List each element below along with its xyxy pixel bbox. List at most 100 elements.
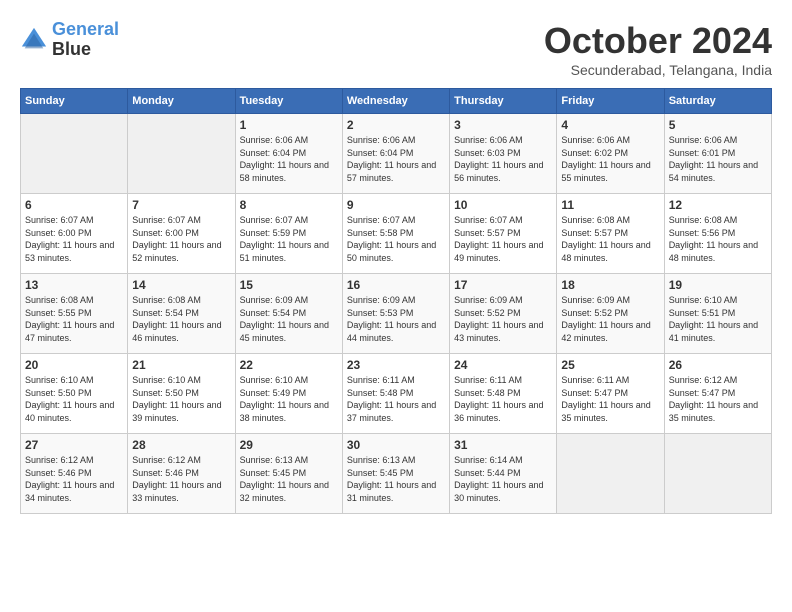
day-info: Sunrise: 6:07 AMSunset: 5:59 PMDaylight:… [240, 214, 338, 264]
logo: General Blue [20, 20, 119, 60]
weekday-header-row: SundayMondayTuesdayWednesdayThursdayFrid… [21, 89, 772, 114]
calendar-cell: 10 Sunrise: 6:07 AMSunset: 5:57 PMDayligh… [450, 194, 557, 274]
calendar-cell: 13Sunrise: 6:08 AMSunset: 5:55 PMDayligh… [21, 274, 128, 354]
calendar-cell: 9 Sunrise: 6:07 AMSunset: 5:58 PMDaylight… [342, 194, 449, 274]
logo-icon [20, 26, 48, 54]
weekday-header-sunday: Sunday [21, 89, 128, 114]
calendar-cell: 27 Sunrise: 6:12 AMSunset: 5:46 PMDayligh… [21, 434, 128, 514]
day-number: 2 [347, 118, 445, 132]
day-info: Sunrise: 6:12 AMSunset: 5:47 PMDaylight:… [669, 374, 767, 424]
day-number: 13 [25, 278, 123, 292]
week-row-2: 6 Sunrise: 6:07 AMSunset: 6:00 PMDaylight… [21, 194, 772, 274]
day-info: Sunrise: 6:07 AMSunset: 6:00 PMDaylight:… [25, 214, 123, 264]
calendar-cell: 5 Sunrise: 6:06 AMSunset: 6:01 PMDaylight… [664, 114, 771, 194]
day-number: 9 [347, 198, 445, 212]
day-number: 28 [132, 438, 230, 452]
day-number: 8 [240, 198, 338, 212]
calendar-cell: 2 Sunrise: 6:06 AMSunset: 6:04 PMDaylight… [342, 114, 449, 194]
calendar-cell: 20 Sunrise: 6:10 AMSunset: 5:50 PMDayligh… [21, 354, 128, 434]
calendar-cell: 6 Sunrise: 6:07 AMSunset: 6:00 PMDaylight… [21, 194, 128, 274]
day-info: Sunrise: 6:11 AMSunset: 5:48 PMDaylight:… [454, 374, 552, 424]
calendar-cell: 16 Sunrise: 6:09 AMSunset: 5:53 PMDayligh… [342, 274, 449, 354]
day-number: 12 [669, 198, 767, 212]
day-info: Sunrise: 6:07 AMSunset: 5:58 PMDaylight:… [347, 214, 445, 264]
calendar-cell: 26 Sunrise: 6:12 AMSunset: 5:47 PMDayligh… [664, 354, 771, 434]
calendar-cell [557, 434, 664, 514]
day-number: 20 [25, 358, 123, 372]
day-info: Sunrise: 6:14 AMSunset: 5:44 PMDaylight:… [454, 454, 552, 504]
calendar-cell: 3Sunrise: 6:06 AMSunset: 6:03 PMDaylight… [450, 114, 557, 194]
day-number: 22 [240, 358, 338, 372]
day-info: Sunrise: 6:06 AMSunset: 6:04 PMDaylight:… [240, 134, 338, 184]
day-number: 29 [240, 438, 338, 452]
calendar-cell: 28 Sunrise: 6:12 AMSunset: 5:46 PMDayligh… [128, 434, 235, 514]
day-number: 14 [132, 278, 230, 292]
day-number: 31 [454, 438, 552, 452]
calendar-cell: 23Sunrise: 6:11 AMSunset: 5:48 PMDayligh… [342, 354, 449, 434]
page-header: General Blue October 2024 Secunderabad, … [20, 20, 772, 78]
weekday-header-monday: Monday [128, 89, 235, 114]
calendar-cell: 15 Sunrise: 6:09 AMSunset: 5:54 PMDayligh… [235, 274, 342, 354]
calendar-cell: 24Sunrise: 6:11 AMSunset: 5:48 PMDayligh… [450, 354, 557, 434]
day-number: 19 [669, 278, 767, 292]
calendar-cell: 22 Sunrise: 6:10 AMSunset: 5:49 PMDayligh… [235, 354, 342, 434]
day-number: 11 [561, 198, 659, 212]
day-info: Sunrise: 6:08 AMSunset: 5:57 PMDaylight:… [561, 214, 659, 264]
day-number: 1 [240, 118, 338, 132]
weekday-header-saturday: Saturday [664, 89, 771, 114]
calendar-cell: 19 Sunrise: 6:10 AMSunset: 5:51 PMDayligh… [664, 274, 771, 354]
day-info: Sunrise: 6:10 AMSunset: 5:51 PMDaylight:… [669, 294, 767, 344]
calendar-cell: 29Sunrise: 6:13 AMSunset: 5:45 PMDayligh… [235, 434, 342, 514]
day-number: 4 [561, 118, 659, 132]
day-info: Sunrise: 6:08 AMSunset: 5:56 PMDaylight:… [669, 214, 767, 264]
day-number: 17 [454, 278, 552, 292]
day-info: Sunrise: 6:06 AMSunset: 6:01 PMDaylight:… [669, 134, 767, 184]
day-info: Sunrise: 6:09 AMSunset: 5:52 PMDaylight:… [561, 294, 659, 344]
calendar-cell: 12 Sunrise: 6:08 AMSunset: 5:56 PMDayligh… [664, 194, 771, 274]
calendar-cell: 25Sunrise: 6:11 AMSunset: 5:47 PMDayligh… [557, 354, 664, 434]
day-info: Sunrise: 6:06 AMSunset: 6:03 PMDaylight:… [454, 134, 552, 184]
day-number: 21 [132, 358, 230, 372]
weekday-header-wednesday: Wednesday [342, 89, 449, 114]
day-number: 18 [561, 278, 659, 292]
calendar-cell: 8 Sunrise: 6:07 AMSunset: 5:59 PMDaylight… [235, 194, 342, 274]
day-number: 5 [669, 118, 767, 132]
title-block: October 2024 Secunderabad, Telangana, In… [544, 20, 772, 78]
day-info: Sunrise: 6:07 AMSunset: 5:57 PMDaylight:… [454, 214, 552, 264]
day-number: 6 [25, 198, 123, 212]
calendar-cell: 4 Sunrise: 6:06 AMSunset: 6:02 PMDaylight… [557, 114, 664, 194]
day-info: Sunrise: 6:10 AMSunset: 5:50 PMDaylight:… [25, 374, 123, 424]
day-info: Sunrise: 6:09 AMSunset: 5:53 PMDaylight:… [347, 294, 445, 344]
week-row-1: 1 Sunrise: 6:06 AMSunset: 6:04 PMDaylight… [21, 114, 772, 194]
week-row-4: 20 Sunrise: 6:10 AMSunset: 5:50 PMDayligh… [21, 354, 772, 434]
calendar-cell: 14Sunrise: 6:08 AMSunset: 5:54 PMDayligh… [128, 274, 235, 354]
day-number: 16 [347, 278, 445, 292]
calendar-cell: 1 Sunrise: 6:06 AMSunset: 6:04 PMDaylight… [235, 114, 342, 194]
day-number: 30 [347, 438, 445, 452]
calendar-cell: 17 Sunrise: 6:09 AMSunset: 5:52 PMDayligh… [450, 274, 557, 354]
calendar-cell [128, 114, 235, 194]
calendar-cell: 30Sunrise: 6:13 AMSunset: 5:45 PMDayligh… [342, 434, 449, 514]
calendar-cell: 31 Sunrise: 6:14 AMSunset: 5:44 PMDayligh… [450, 434, 557, 514]
day-info: Sunrise: 6:06 AMSunset: 6:02 PMDaylight:… [561, 134, 659, 184]
day-info: Sunrise: 6:09 AMSunset: 5:52 PMDaylight:… [454, 294, 552, 344]
day-info: Sunrise: 6:12 AMSunset: 5:46 PMDaylight:… [132, 454, 230, 504]
location: Secunderabad, Telangana, India [544, 62, 772, 78]
calendar-cell [664, 434, 771, 514]
calendar-cell [21, 114, 128, 194]
day-number: 7 [132, 198, 230, 212]
day-number: 10 [454, 198, 552, 212]
day-info: Sunrise: 6:12 AMSunset: 5:46 PMDaylight:… [25, 454, 123, 504]
day-info: Sunrise: 6:09 AMSunset: 5:54 PMDaylight:… [240, 294, 338, 344]
day-info: Sunrise: 6:10 AMSunset: 5:49 PMDaylight:… [240, 374, 338, 424]
weekday-header-friday: Friday [557, 89, 664, 114]
day-info: Sunrise: 6:07 AMSunset: 6:00 PMDaylight:… [132, 214, 230, 264]
day-number: 15 [240, 278, 338, 292]
day-number: 27 [25, 438, 123, 452]
logo-text: General Blue [52, 20, 119, 60]
calendar-table: SundayMondayTuesdayWednesdayThursdayFrid… [20, 88, 772, 514]
calendar-cell: 21Sunrise: 6:10 AMSunset: 5:50 PMDayligh… [128, 354, 235, 434]
calendar-cell: 7 Sunrise: 6:07 AMSunset: 6:00 PMDaylight… [128, 194, 235, 274]
day-info: Sunrise: 6:06 AMSunset: 6:04 PMDaylight:… [347, 134, 445, 184]
day-number: 26 [669, 358, 767, 372]
